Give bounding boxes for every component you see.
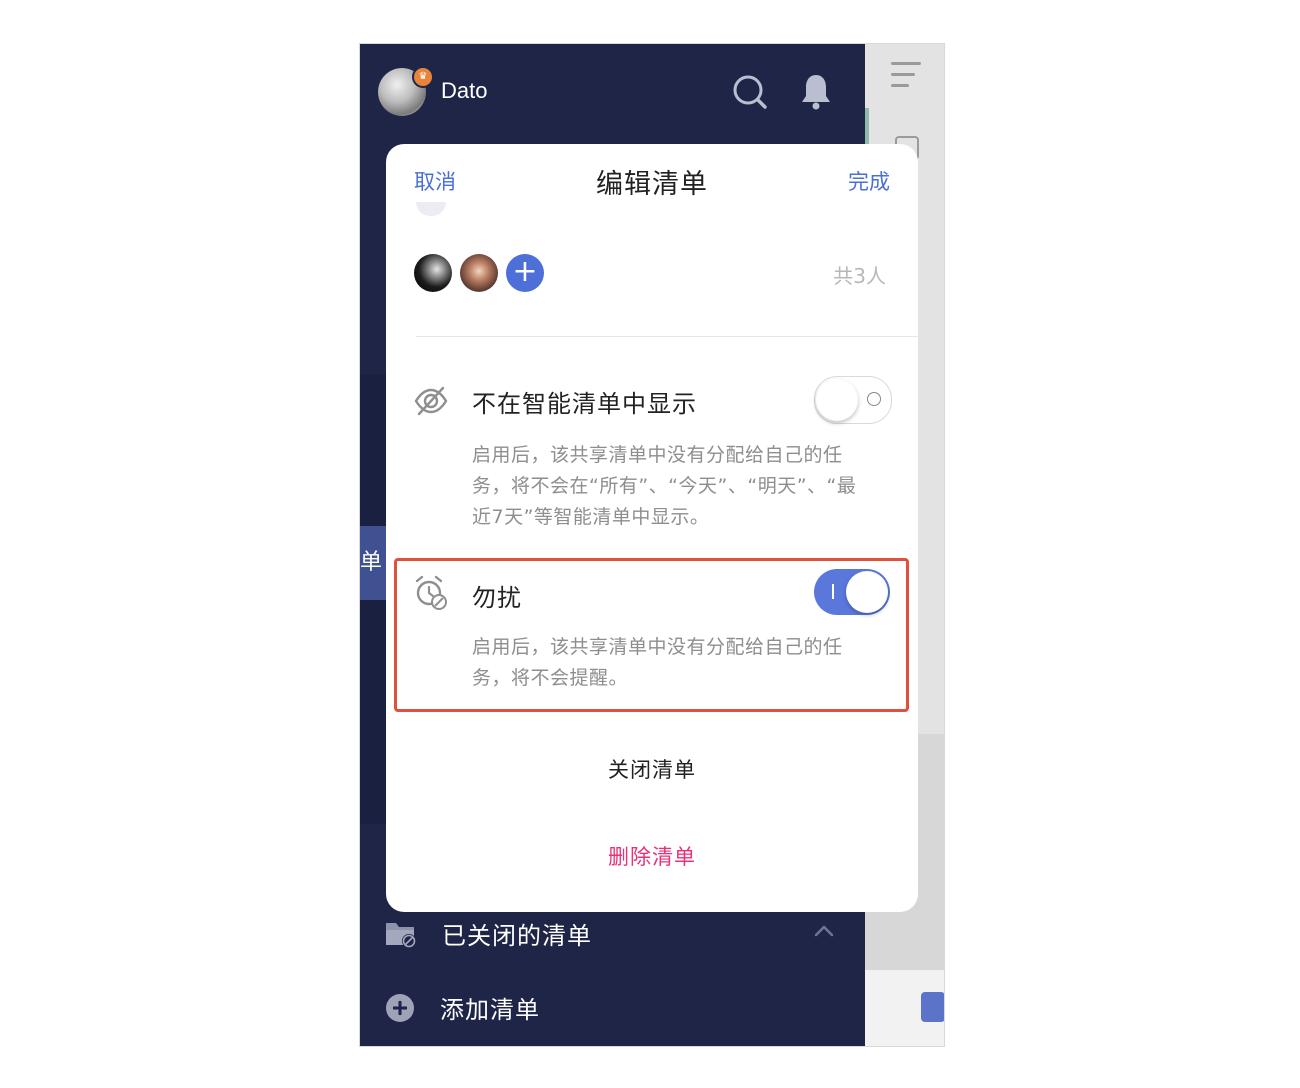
search-icon[interactable]: [732, 72, 768, 112]
folder-archive-icon: [386, 922, 416, 948]
username: Dato: [441, 78, 488, 103]
alarm-mute-icon: [415, 575, 447, 610]
list-color-strip: [865, 108, 869, 148]
add-member-button[interactable]: +: [506, 254, 544, 292]
chevron-up-icon[interactable]: [812, 922, 836, 940]
bell-icon[interactable]: [800, 72, 832, 112]
do-not-disturb-title: 勿扰: [472, 584, 522, 612]
plus-circle-icon: [386, 993, 414, 1022]
sidebar-item-add-list[interactable]: 添加清单: [384, 990, 540, 1025]
list-icon-partial: [416, 202, 446, 216]
member-count[interactable]: 共3人: [833, 260, 886, 289]
done-button[interactable]: 完成: [848, 166, 890, 196]
close-list-button[interactable]: 关闭清单: [386, 754, 918, 784]
hide-smart-description: 启用后，该共享清单中没有分配给自己的任务，将不会在“所有”、“今天”、“明天”、…: [472, 444, 857, 528]
edit-list-dialog: 取消 编辑清单 完成 + 共3人 不在智能清单中显示 启用后，该共享清单中没有分…: [386, 144, 918, 912]
sidebar-item-selected[interactable]: 清单: [360, 526, 386, 600]
toggle-knob: [846, 571, 888, 613]
closed-lists-label: 已关闭的清单: [442, 922, 592, 950]
sidebar-item-label: 清单: [360, 550, 383, 575]
eye-off-icon: [414, 386, 448, 416]
delete-list-button[interactable]: 删除清单: [386, 841, 918, 871]
avatar[interactable]: [414, 254, 452, 292]
hide-smart-title: 不在智能清单中显示: [472, 390, 697, 418]
toggle-on-mark: [832, 584, 834, 599]
do-not-disturb-toggle[interactable]: [814, 569, 890, 615]
add-list-label: 添加清单: [440, 996, 540, 1024]
avatar[interactable]: [460, 254, 498, 292]
toggle-off-mark: [867, 392, 881, 406]
dialog-title: 编辑清单: [596, 169, 708, 200]
toggle-knob: [816, 379, 858, 421]
divider: [416, 336, 918, 337]
sidebar-item-closed-lists[interactable]: 已关闭的清单: [384, 916, 592, 951]
checked-checkbox[interactable]: [921, 992, 944, 1022]
do-not-disturb-description: 启用后，该共享清单中没有分配给自己的任务，将不会提醒。: [472, 636, 843, 689]
crown-icon: ♛: [412, 66, 434, 88]
hide-smart-toggle[interactable]: [814, 376, 892, 424]
phone-screen: ♛ Dato 清单 已关闭的清单: [359, 43, 945, 1047]
